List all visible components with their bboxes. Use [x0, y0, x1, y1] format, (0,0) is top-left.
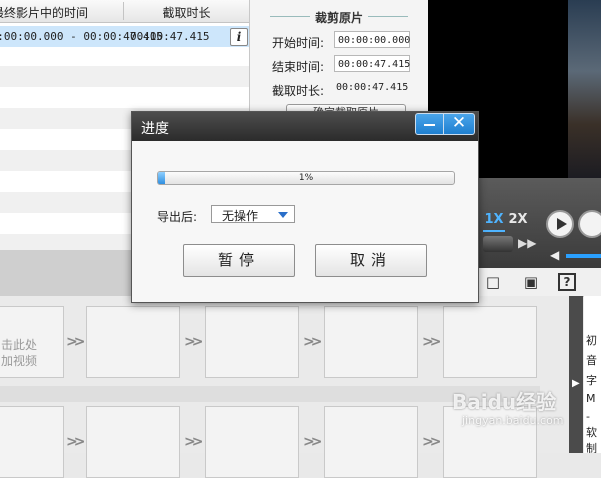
add-video-hint: 击此处 加视频 [1, 337, 37, 369]
speed-2x-button[interactable]: 2X [507, 210, 529, 230]
save-icon[interactable]: ▣ [522, 273, 540, 291]
chevron-right-icon: >> [66, 334, 86, 350]
volume-slider[interactable] [566, 254, 601, 258]
storyboard-slot[interactable] [324, 406, 418, 478]
dialog-titlebar[interactable]: 进度 ✕ [132, 112, 478, 141]
column-duration[interactable]: 截取时长 [124, 4, 249, 21]
table-row-selected[interactable]: 00:00:00.000 - 00:00:47.415 00:00:47.415… [0, 26, 249, 47]
trim-panel-title: 裁剪原片 [250, 9, 428, 26]
chevron-right-icon: >> [303, 434, 323, 450]
minimize-button[interactable] [415, 113, 444, 135]
chevron-right-icon: >> [303, 334, 323, 350]
help-icon[interactable]: ? [558, 273, 576, 291]
speed-1x-button[interactable]: 1X [483, 210, 505, 232]
storyboard-slot[interactable] [324, 306, 418, 378]
watermark-sub: jingyan.baidu.com [462, 414, 564, 427]
watermark-text: Baidu经验 [452, 390, 557, 414]
column-final-time[interactable]: 最终影片中的时间 [0, 4, 114, 21]
close-button[interactable]: ✕ [444, 113, 475, 135]
end-time-label: 结束时间: [272, 60, 325, 74]
side-panel-text[interactable]: 制 [586, 440, 597, 453]
duration-label: 截取时长: [272, 84, 325, 98]
clip-list-header: 最终影片中的时间 截取时长 [0, 0, 249, 23]
after-export-label: 导出后: [157, 210, 198, 224]
folder-open-icon[interactable]: □ [484, 273, 502, 291]
trim-panel: 裁剪原片 开始时间: 00:00:00.000 结束时间: 00:00:47.4… [250, 0, 428, 112]
storyboard-slot[interactable] [86, 406, 180, 478]
baidu-watermark: Baidu经验 jingyan.baidu.com [452, 386, 592, 434]
duration-row: 截取时长: 00:00:47.415 [272, 82, 408, 99]
storyboard-slot[interactable] [205, 306, 299, 378]
end-time-row: 结束时间: 00:00:47.415 [272, 55, 410, 75]
side-panel-text[interactable]: 初 [586, 332, 597, 348]
dialog-title: 进度 [141, 121, 169, 137]
fast-forward-icon[interactable]: ▶▶ [518, 236, 536, 250]
chevron-right-icon: >> [184, 434, 204, 450]
pause-button[interactable]: 暂停 [183, 244, 295, 277]
progress-bar: 1% [157, 171, 455, 185]
speed-slider[interactable] [483, 236, 513, 252]
row-duration: 00:00:47.415 [130, 30, 210, 43]
toolbar: □ ▣ ? [476, 268, 601, 297]
add-video-hint-line2: 加视频 [1, 354, 38, 368]
chevron-right-icon: >> [422, 334, 442, 350]
close-icon: ✕ [451, 113, 467, 133]
volume-icon[interactable]: ◀ [550, 248, 559, 262]
duration-value: 00:00:47.415 [336, 82, 409, 93]
storyboard-slot[interactable] [0, 406, 64, 478]
chevron-right-icon: >> [422, 434, 442, 450]
add-video-hint-line1: 击此处 [1, 338, 38, 352]
chevron-right-icon: >> [66, 434, 86, 450]
progress-text: 1% [298, 173, 314, 183]
cancel-button[interactable]: 取消 [315, 244, 427, 277]
add-video-slot[interactable]: 击此处 加视频 [0, 306, 64, 378]
chevron-right-icon: >> [184, 334, 204, 350]
table-row[interactable] [0, 66, 249, 87]
end-time-input[interactable]: 00:00:47.415 [334, 55, 410, 72]
stop-button[interactable] [578, 210, 601, 238]
info-icon[interactable]: i [230, 28, 248, 46]
start-time-input[interactable]: 00:00:00.000 [334, 31, 410, 48]
chevron-down-icon [278, 212, 288, 218]
after-export-value: 无操作 [222, 209, 259, 223]
storyboard-slot[interactable] [443, 306, 537, 378]
start-time-row: 开始时间: 00:00:00.000 [272, 31, 410, 51]
storyboard-slot[interactable] [205, 406, 299, 478]
progress-dialog: 进度 ✕ 1% 导出后: 无操作 暂停 取消 [131, 111, 479, 303]
storyboard-slot[interactable] [86, 306, 180, 378]
start-time-label: 开始时间: [272, 36, 325, 50]
video-frame [568, 0, 601, 178]
after-export-select[interactable]: 无操作 [211, 205, 295, 223]
side-panel-text[interactable]: 音 [586, 352, 597, 368]
play-button[interactable] [546, 210, 574, 238]
